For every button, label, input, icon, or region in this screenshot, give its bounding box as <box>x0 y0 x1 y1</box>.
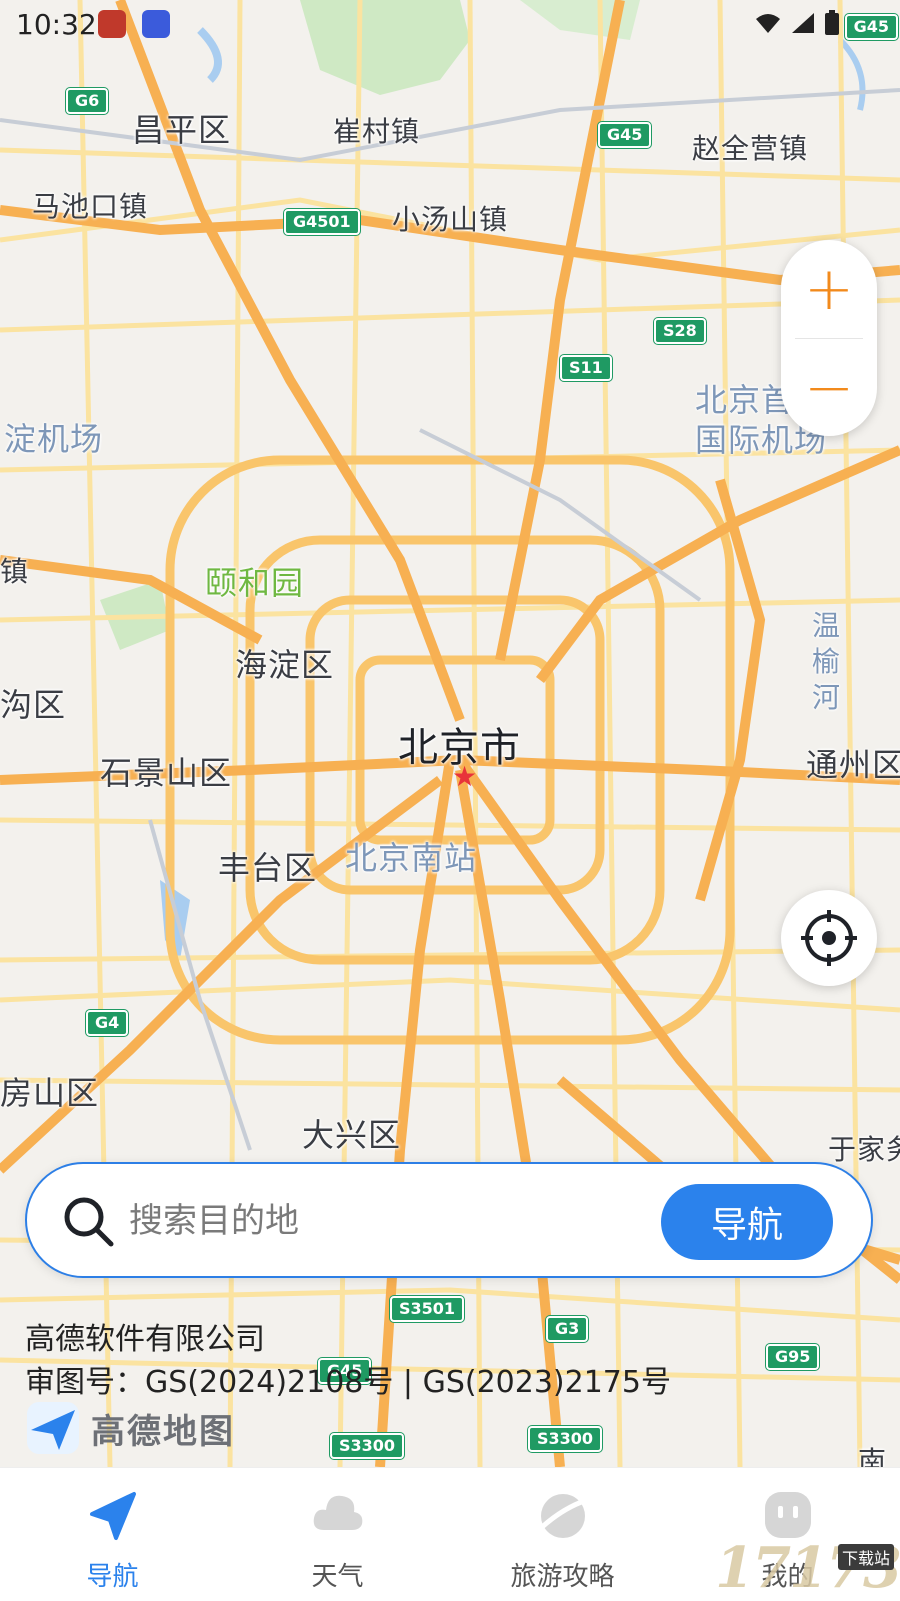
search-bar: 导航 <box>25 1162 873 1278</box>
place-label: 大兴区 <box>302 1116 402 1154</box>
tab-label: 导航 <box>86 1562 139 1592</box>
app-notification-icon <box>142 10 170 38</box>
zoom-controls: + − <box>781 240 877 436</box>
capital-star-icon: ★ <box>452 760 478 793</box>
tab-navigation[interactable]: 导航 <box>0 1468 225 1601</box>
place-label: 马池口镇 <box>32 190 149 223</box>
tab-label: 旅游攻略 <box>510 1562 615 1592</box>
locate-button[interactable] <box>781 890 877 986</box>
tab-label: 天气 <box>311 1562 364 1592</box>
place-label: 颐和园 <box>205 564 305 602</box>
place-label: 小汤山镇 <box>392 203 509 236</box>
highway-shield: G45 <box>598 122 652 148</box>
highway-shield: G4501 <box>284 209 360 235</box>
status-bar: 10:32 G45 <box>0 0 900 48</box>
signal-icon <box>792 13 814 33</box>
place-label: 镇 <box>0 555 30 588</box>
status-time: 10:32 <box>16 8 97 41</box>
profile-icon <box>764 1492 811 1538</box>
tab-travel-guide[interactable]: 旅游攻略 <box>450 1468 675 1601</box>
locate-icon <box>801 910 857 966</box>
place-label: 于家务 <box>828 1133 900 1166</box>
place-label: 淀机场 <box>4 420 104 458</box>
highway-shield: S3300 <box>528 1426 603 1452</box>
zoom-in-button[interactable]: + <box>781 240 877 338</box>
highway-shield: G6 <box>66 88 109 114</box>
place-label: 赵全营镇 <box>692 132 809 165</box>
highway-shield: G95 <box>766 1344 820 1370</box>
place-label: 温榆河 <box>812 609 842 714</box>
cloud-icon <box>313 1495 362 1530</box>
place-label: 海淀区 <box>235 646 335 684</box>
wifi-icon <box>756 14 780 33</box>
navigate-button[interactable]: 导航 <box>661 1184 833 1260</box>
place-label: 通州区 <box>806 746 900 784</box>
map-credits: 高德软件有限公司 审图号：GS(2024)2108号 | GS(2023)217… <box>25 1318 671 1404</box>
place-label: 昌平区 <box>132 111 232 149</box>
place-label: 南 <box>858 1445 888 1467</box>
zoom-out-button[interactable]: − <box>781 339 877 437</box>
search-icon <box>64 1197 114 1247</box>
highway-shield: S28 <box>654 318 706 344</box>
place-label: 北京南站 <box>345 839 478 877</box>
approval-number: 审图号：GS(2024)2108号 | GS(2023)2175号 <box>25 1365 671 1400</box>
highway-shield: S11 <box>560 355 612 381</box>
place-label: 房山区 <box>0 1074 100 1112</box>
navigation-arrow-icon <box>89 1492 136 1540</box>
highway-shield: S3300 <box>330 1433 405 1459</box>
highway-shield: G4 <box>86 1010 129 1036</box>
company-name: 高德软件有限公司 <box>25 1322 265 1357</box>
planet-icon <box>538 1494 588 1538</box>
amap-logo: 高德地图 <box>25 1400 235 1456</box>
logo-text: 高德地图 <box>91 1411 235 1452</box>
highway-shield: G45 <box>844 14 898 40</box>
amap-logo-icon <box>27 1402 79 1454</box>
status-icons <box>754 10 840 36</box>
place-label: 丰台区 <box>218 849 318 887</box>
search-input[interactable] <box>127 1192 651 1250</box>
weibo-icon <box>98 10 126 38</box>
place-label: 崔村镇 <box>333 115 421 148</box>
place-label: 石景山区 <box>100 754 233 792</box>
battery-icon <box>825 10 839 35</box>
tab-weather[interactable]: 天气 <box>225 1468 450 1601</box>
place-label: 沟区 <box>0 686 67 724</box>
watermark-sub: 下载站 <box>837 1544 894 1570</box>
